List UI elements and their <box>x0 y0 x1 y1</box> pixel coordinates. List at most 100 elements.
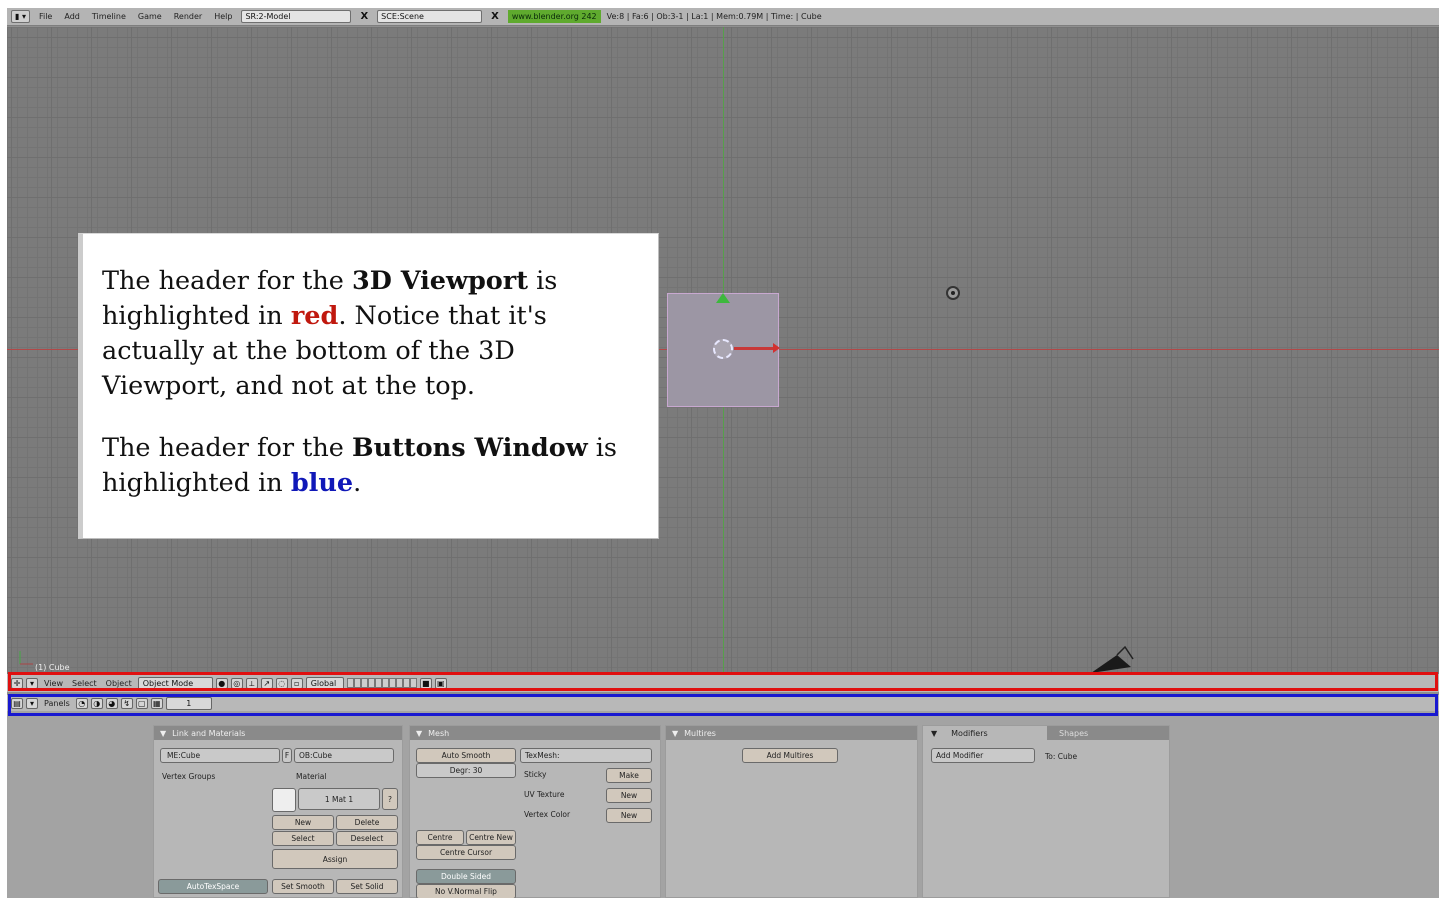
translate-icon[interactable]: ↗ <box>260 677 273 689</box>
3d-viewport-header: ✛ ▾ View Select Object Object Mode ● ◎ ⟂… <box>7 674 1439 692</box>
collapse-icon[interactable]: ▼ <box>160 729 166 738</box>
blue-keyword: blue <box>290 468 354 498</box>
object-datablock-field[interactable]: OB:Cube <box>294 748 394 763</box>
active-object-label: (1) Cube <box>35 663 70 672</box>
auto-smooth-toggle[interactable]: Auto Smooth <box>416 748 516 763</box>
material-select-button[interactable]: Select <box>272 831 334 846</box>
material-label: Material <box>296 772 327 781</box>
panel-mesh: ▼ Mesh Auto Smooth Degr: 30 TexMesh: Stic… <box>409 725 661 898</box>
menu-select[interactable]: Select <box>69 679 100 688</box>
lock-icon[interactable]: ■ <box>419 677 432 689</box>
panel-title[interactable]: ▼ Multires <box>666 726 917 740</box>
uv-texture-new-button[interactable]: New <box>606 788 652 803</box>
camera-icon[interactable] <box>1087 645 1137 674</box>
panel-tabs: ▼ Modifiers Shapes <box>923 726 1169 740</box>
menu-object[interactable]: Object <box>103 679 135 688</box>
collapse-menu-icon[interactable]: ▾ <box>26 677 38 689</box>
close-screen-button[interactable]: X <box>357 11 371 22</box>
shading-context-icon[interactable]: ◕ <box>105 697 118 709</box>
menu-file[interactable]: File <box>36 12 55 21</box>
tab-shapes[interactable]: Shapes <box>1051 726 1155 740</box>
material-index-field[interactable]: 1 Mat 1 <box>298 788 380 810</box>
rotate-icon[interactable]: ◌ <box>275 677 288 689</box>
close-scene-button[interactable]: X <box>488 11 502 22</box>
collapse-icon[interactable]: ▼ <box>931 729 937 738</box>
window-type-icon[interactable]: ✛ <box>11 677 23 689</box>
pivot-icon[interactable]: ◎ <box>230 677 243 689</box>
panel-title[interactable]: ▼ Link and Materials <box>154 726 402 740</box>
script-context-icon[interactable]: ◑ <box>90 697 103 709</box>
object-context-icon[interactable]: ↯ <box>120 697 133 709</box>
menu-timeline[interactable]: Timeline <box>89 12 129 21</box>
material-assign-button[interactable]: Assign <box>272 849 398 869</box>
buttons-window-header: ▤ ▾ Panels ◔ ◑ ◕ ↯ ▢ ▦ 1 <box>7 695 1439 711</box>
screen-selector[interactable]: SR:2-Model <box>241 10 352 23</box>
frame-field[interactable]: 1 <box>165 696 212 710</box>
menu-add[interactable]: Add <box>61 12 83 21</box>
set-smooth-button[interactable]: Set Smooth <box>272 879 334 894</box>
menu-game[interactable]: Game <box>135 12 165 21</box>
red-keyword: red <box>290 301 339 331</box>
menu-panels[interactable]: Panels <box>41 699 73 708</box>
editing-context-icon[interactable]: ▢ <box>135 697 148 709</box>
tab-modifiers[interactable]: ▼ Modifiers <box>923 726 1047 740</box>
no-vnormal-flip-toggle[interactable]: No V.Normal Flip <box>416 884 516 898</box>
add-modifier-menu[interactable]: Add Modifier <box>931 748 1035 763</box>
window-type-icon[interactable]: ▤ <box>11 697 23 709</box>
logic-context-icon[interactable]: ◔ <box>75 697 88 709</box>
vertex-color-label: Vertex Color <box>524 810 571 819</box>
vertex-groups-label: Vertex Groups <box>162 772 216 781</box>
mesh-datablock-field[interactable]: ME:Cube <box>160 748 280 763</box>
sticky-make-button[interactable]: Make <box>606 768 652 783</box>
info-header: ▮ ▾ File Add Timeline Game Render Help S… <box>7 8 1439 26</box>
render-preview-icon[interactable]: ▣ <box>434 677 447 689</box>
centre-new-button[interactable]: Centre New <box>466 830 516 845</box>
x-manipulator-arrow[interactable] <box>734 343 780 353</box>
material-new-button[interactable]: New <box>272 815 334 830</box>
menu-view[interactable]: View <box>41 679 66 688</box>
orientation-selector[interactable]: Global <box>305 676 344 690</box>
mode-selector[interactable]: Object Mode <box>137 676 213 690</box>
callout-paragraph-2: The header for the Buttons Window is hig… <box>102 433 618 498</box>
scale-icon[interactable]: ▫ <box>290 677 303 689</box>
centre-cursor-button[interactable]: Centre Cursor <box>416 845 516 860</box>
callout-paragraph-1: The header for the 3D Viewport is highli… <box>102 266 558 401</box>
3d-cursor-icon[interactable] <box>713 339 733 359</box>
sticky-label: Sticky <box>524 770 547 779</box>
fake-user-button[interactable]: F <box>282 748 292 763</box>
material-deselect-button[interactable]: Deselect <box>336 831 398 846</box>
panel-title[interactable]: ▼ Mesh <box>410 726 660 740</box>
double-sided-toggle[interactable]: Double Sided <box>416 869 516 884</box>
centre-button[interactable]: Centre <box>416 830 464 845</box>
panel-link-materials: ▼ Link and Materials ME:Cube F OB:Cube Ve… <box>153 725 403 898</box>
annotation-callout: The header for the 3D Viewport is highli… <box>78 233 659 539</box>
vertex-color-new-button[interactable]: New <box>606 808 652 823</box>
lamp-icon[interactable] <box>946 286 960 300</box>
draw-type-icon[interactable]: ● <box>215 677 228 689</box>
material-delete-button[interactable]: Delete <box>336 815 398 830</box>
degr-field[interactable]: Degr: 30 <box>416 763 516 778</box>
texmesh-field[interactable]: TexMesh: <box>520 748 652 763</box>
manipulator-toggle-icon[interactable]: ⟂ <box>245 677 258 689</box>
blender-url-badge[interactable]: www.blender.org 242 <box>507 10 601 23</box>
autotexspace-toggle[interactable]: AutoTexSpace <box>158 879 268 894</box>
material-color-swatch[interactable] <box>272 788 296 812</box>
collapse-icon[interactable]: ▼ <box>416 729 422 738</box>
set-solid-button[interactable]: Set Solid <box>336 879 398 894</box>
scene-stats: Ve:8 | Fa:6 | Ob:3-1 | La:1 | Mem:0.79M … <box>606 12 822 21</box>
modifier-target-label: To: Cube <box>1045 752 1078 761</box>
collapse-icon[interactable]: ▼ <box>672 729 678 738</box>
window-type-icon[interactable]: ▮ ▾ <box>11 10 30 23</box>
y-manipulator-arrow[interactable] <box>716 293 730 303</box>
add-multires-button[interactable]: Add Multires <box>742 748 838 763</box>
layer-buttons[interactable] <box>346 678 417 688</box>
view-axes-icon <box>19 651 33 665</box>
scene-selector[interactable]: SCE:Scene <box>377 10 483 23</box>
material-query-button[interactable]: ? <box>382 788 398 810</box>
buttons-window: ▼ Link and Materials ME:Cube F OB:Cube Ve… <box>7 711 1439 898</box>
scene-context-icon[interactable]: ▦ <box>150 697 163 709</box>
menu-render[interactable]: Render <box>171 12 205 21</box>
panel-multires: ▼ Multires Add Multires <box>665 725 918 898</box>
menu-help[interactable]: Help <box>211 12 235 21</box>
collapse-menu-icon[interactable]: ▾ <box>26 697 38 709</box>
